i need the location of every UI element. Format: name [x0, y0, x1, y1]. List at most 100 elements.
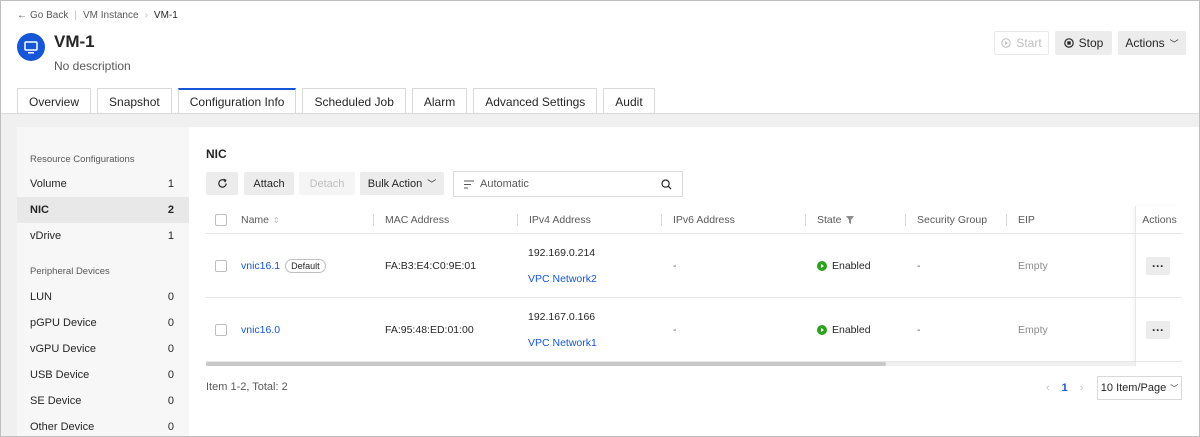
- sidebar-item-count: 0: [167, 369, 174, 381]
- row-more-button[interactable]: ···: [1146, 321, 1170, 339]
- sidebar-item-other[interactable]: Other Device 0: [17, 414, 189, 437]
- row-checkbox[interactable]: [215, 324, 227, 336]
- stop-circle-icon: [1063, 38, 1074, 48]
- breadcrumb-separator: |: [74, 10, 77, 21]
- sidebar-item-label: SE Device: [30, 395, 82, 407]
- page-number[interactable]: 1: [1062, 382, 1068, 394]
- ipv4-address: 192.167.0.166: [528, 311, 596, 323]
- table-row: vnic16.1 Default FA:B3:E4:C0:9E:01 192.1…: [206, 234, 1182, 298]
- breadcrumb-vm-instance[interactable]: VM Instance: [83, 10, 139, 21]
- col-state-label: State: [817, 214, 842, 226]
- sidebar-item-pgpu[interactable]: pGPU Device 0: [17, 310, 189, 336]
- tab-bar: Overview Snapshot Configuration Info Sch…: [17, 88, 655, 114]
- sidebar-item-se[interactable]: SE Device 0: [17, 388, 189, 414]
- row-more-button[interactable]: ···: [1146, 257, 1170, 275]
- sidebar-item-lun[interactable]: LUN 0: [17, 284, 189, 310]
- actions-dropdown-button[interactable]: Actions ﹀: [1118, 31, 1186, 55]
- tab-configuration-info[interactable]: Configuration Info: [177, 88, 297, 114]
- nic-name-link[interactable]: vnic16.0: [241, 324, 280, 336]
- state-label: Enabled: [832, 324, 871, 336]
- config-sidebar: Resource Configurations Volume 1 NIC 2 v…: [17, 127, 189, 436]
- vm-avatar: [17, 33, 45, 61]
- enabled-status-icon: [817, 325, 827, 335]
- sidebar-item-count: 1: [167, 178, 174, 190]
- stop-label: Stop: [1078, 36, 1104, 50]
- col-name[interactable]: Name ⇕: [241, 206, 280, 234]
- tab-audit[interactable]: Audit: [603, 88, 655, 114]
- col-ipv4-label: IPv4 Address: [529, 214, 591, 226]
- col-mac: MAC Address: [373, 206, 450, 234]
- scrollbar-thumb[interactable]: [206, 362, 886, 366]
- sort-icon[interactable]: ⇕: [273, 216, 280, 225]
- security-group: -: [917, 324, 921, 336]
- ipv4-address: 192.169.0.214: [528, 247, 596, 259]
- sidebar-group-resource: Resource Configurations: [30, 154, 135, 165]
- page-size-select[interactable]: 10 Item/Page ﹀: [1097, 376, 1182, 400]
- col-security-group: Security Group: [905, 206, 988, 234]
- search-icon[interactable]: [661, 178, 672, 190]
- tab-snapshot[interactable]: Snapshot: [97, 88, 172, 114]
- sidebar-item-vdrive[interactable]: vDrive 1: [17, 223, 189, 249]
- sidebar-item-label: USB Device: [30, 369, 90, 381]
- select-all-checkbox[interactable]: [215, 214, 227, 226]
- monitor-icon: [24, 40, 38, 53]
- actions-column: Actions ··· ···: [1135, 206, 1183, 366]
- sidebar-item-volume[interactable]: Volume 1: [17, 171, 189, 197]
- attach-button[interactable]: Attach: [244, 172, 294, 195]
- nic-table: Name ⇕ MAC Address IPv4 Address IPv6 Add…: [206, 206, 1183, 366]
- table-header: Name ⇕ MAC Address IPv4 Address IPv6 Add…: [206, 206, 1182, 234]
- start-button[interactable]: Start: [994, 31, 1049, 55]
- go-back-label: Go Back: [30, 10, 69, 21]
- go-back-link[interactable]: ← Go Back: [17, 10, 68, 21]
- sidebar-item-usb[interactable]: USB Device 0: [17, 362, 189, 388]
- tab-overview[interactable]: Overview: [17, 88, 92, 114]
- breadcrumb: ← Go Back | VM Instance › VM-1: [17, 10, 178, 21]
- nic-name-cell: vnic16.0: [241, 298, 280, 362]
- col-sg-label: Security Group: [917, 214, 988, 226]
- network-link[interactable]: VPC Network1: [528, 337, 597, 349]
- detach-button[interactable]: Detach: [299, 172, 355, 195]
- mac-address: FA:B3:E4:C0:9E:01: [385, 260, 477, 272]
- prev-page-icon[interactable]: ‹: [1046, 382, 1050, 394]
- refresh-button[interactable]: [206, 172, 238, 195]
- eip-value: Empty: [1018, 324, 1048, 336]
- breadcrumb-current: VM-1: [153, 10, 178, 21]
- sidebar-item-nic[interactable]: NIC 2: [17, 197, 189, 223]
- search-value: Automatic: [480, 178, 529, 190]
- sidebar-item-vgpu[interactable]: vGPU Device 0: [17, 336, 189, 362]
- state-label: Enabled: [832, 260, 871, 272]
- chevron-down-icon: ﹀: [1170, 383, 1179, 393]
- tab-advanced-settings[interactable]: Advanced Settings: [473, 88, 598, 114]
- bulk-action-button[interactable]: Bulk Action ﹀: [360, 172, 444, 195]
- page-description: No description: [54, 59, 131, 73]
- tab-scheduled-job[interactable]: Scheduled Job: [302, 88, 406, 114]
- horizontal-scrollbar[interactable]: [206, 362, 1135, 366]
- sidebar-item-label: Other Device: [30, 421, 95, 433]
- table-row: vnic16.0 FA:95:48:ED:01:00 192.167.0.166…: [206, 298, 1182, 362]
- sidebar-item-count: 0: [167, 343, 174, 355]
- ipv6-address: -: [673, 260, 677, 272]
- tab-alarm[interactable]: Alarm: [411, 88, 468, 114]
- sidebar-item-count: 0: [167, 317, 174, 329]
- nic-name-link[interactable]: vnic16.1: [241, 260, 280, 272]
- page-title: VM-1: [54, 32, 95, 51]
- sidebar-item-label: NIC: [30, 204, 49, 216]
- content-area: Resource Configurations Volume 1 NIC 2 v…: [1, 114, 1199, 436]
- col-mac-label: MAC Address: [385, 214, 450, 226]
- stop-button[interactable]: Stop: [1055, 31, 1112, 55]
- row-checkbox[interactable]: [215, 260, 227, 272]
- refresh-icon: [217, 178, 227, 188]
- search-input[interactable]: Automatic: [453, 171, 683, 197]
- filter-icon[interactable]: [845, 216, 854, 224]
- ipv4-cell: 192.169.0.214 VPC Network2: [528, 234, 597, 298]
- filter-lines-icon: [464, 180, 474, 188]
- network-link[interactable]: VPC Network2: [528, 273, 597, 285]
- enabled-status-icon: [817, 261, 827, 271]
- mac-address: FA:95:48:ED:01:00: [385, 324, 474, 336]
- col-ipv6: IPv6 Address: [661, 206, 735, 234]
- chevron-down-icon: ﹀: [427, 179, 437, 189]
- sidebar-item-count: 0: [167, 291, 174, 303]
- next-page-icon[interactable]: ›: [1080, 382, 1084, 394]
- play-circle-icon: [1001, 38, 1012, 48]
- sidebar-item-label: vDrive: [30, 230, 62, 242]
